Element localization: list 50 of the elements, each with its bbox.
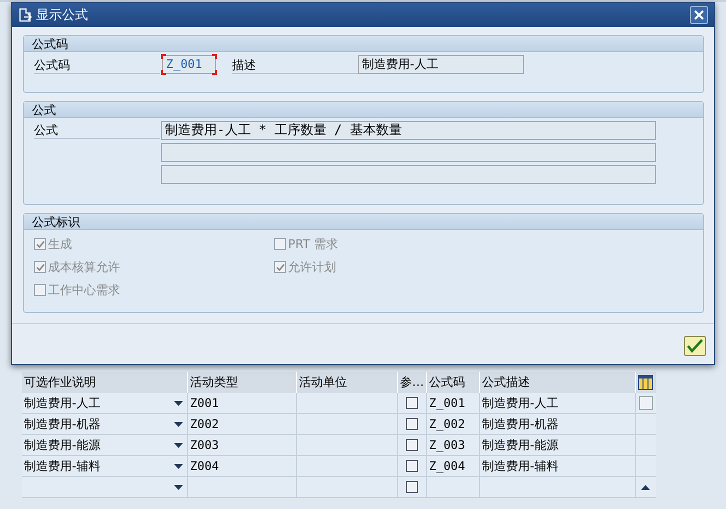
checkbox[interactable] — [406, 418, 418, 430]
formula-field[interactable] — [161, 142, 656, 162]
dropdown-arrow-icon — [174, 400, 183, 406]
checkbox[interactable] — [406, 460, 418, 472]
table-cell: Z_004 — [427, 456, 480, 476]
checkmark-icon — [687, 339, 703, 353]
close-icon — [694, 10, 704, 20]
table-cell: 制造费用-能源 — [480, 435, 636, 455]
checkbox[interactable] — [406, 397, 418, 409]
table-cell: Z_003 — [427, 435, 480, 455]
checkbox[interactable] — [406, 481, 418, 493]
dropdown-arrow-icon — [174, 464, 183, 468]
checkbox-label: 允许计划 — [288, 258, 336, 276]
group-title: 公式标识 — [24, 214, 703, 230]
dropdown-cell[interactable]: 制造费用-人工 — [22, 393, 188, 413]
group-title: 公式 — [24, 102, 703, 118]
field-label: 公式码 — [34, 56, 160, 74]
scroll-up-icon[interactable] — [641, 484, 650, 490]
column-settings-icon[interactable] — [638, 375, 653, 390]
document-icon — [18, 8, 32, 22]
checkbox[interactable] — [406, 439, 418, 451]
table-cell: Z_001 — [427, 393, 480, 413]
table-cell: Z_002 — [427, 414, 480, 434]
scrollbar-thumb[interactable] — [638, 396, 652, 410]
table-cell: 制造费用-机器 — [480, 414, 636, 434]
description-field[interactable]: 制造费用-人工 — [358, 55, 524, 74]
dropdown-arrow-icon — [174, 442, 183, 448]
formula-field[interactable]: 制造费用-人工 * 工序数量 / 基本数量 — [161, 120, 656, 140]
window-title: 显示公式 — [36, 6, 89, 24]
dropdown-cell[interactable]: 制造费用-辅料 — [22, 456, 188, 476]
confirm-button[interactable] — [684, 336, 706, 356]
code-field[interactable]: Z_001 — [162, 55, 216, 74]
group-title: 公式码 — [24, 36, 703, 52]
field-label: 公式 — [34, 121, 160, 140]
dropdown-arrow-icon — [174, 422, 183, 426]
table-cell: Z003 — [188, 435, 297, 455]
dropdown-cell[interactable]: 制造费用-能源 — [22, 435, 188, 455]
checkbox-label: PRT 需求 — [288, 236, 338, 253]
dropdown-arrow-icon — [174, 484, 183, 490]
checkbox-label: 工作中心需求 — [48, 282, 120, 299]
table-cell: Z001 — [188, 393, 297, 413]
checkbox-label: 生成 — [48, 236, 72, 253]
table-cell: Z004 — [188, 456, 297, 476]
table-cell: Z002 — [188, 414, 297, 434]
checkbox-label: 成本核算允许 — [48, 258, 120, 276]
table-cell: 制造费用-人工 — [480, 393, 636, 413]
formula-field[interactable] — [161, 164, 656, 184]
dropdown-cell[interactable]: 制造费用-机器 — [22, 414, 188, 434]
table-cell: 制造费用-辅料 — [480, 456, 636, 476]
close-button[interactable] — [690, 6, 708, 24]
